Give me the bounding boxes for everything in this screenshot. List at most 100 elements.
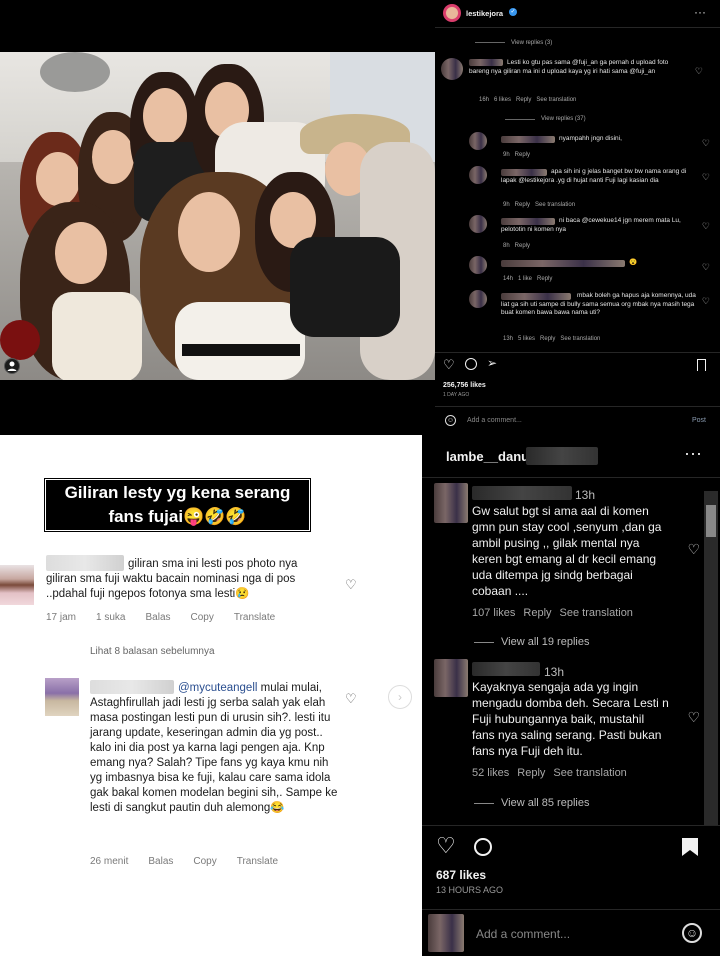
likes-count[interactable]: 687 likes <box>436 868 486 882</box>
like-heart-icon[interactable]: ♡ <box>702 138 710 149</box>
reply-button[interactable]: Reply <box>523 607 551 619</box>
reply-button[interactable]: Balas <box>148 856 173 867</box>
like-heart-icon[interactable]: ♡ <box>695 66 703 77</box>
prev-replies-link[interactable]: Lihat 8 balasan sebelumnya <box>90 646 215 657</box>
comment: 13h Kayaknya sengaja ada yg ingin mengad… <box>422 659 714 819</box>
reply-meta[interactable]: 8h Reply <box>503 243 530 249</box>
reply: ni baca @cewekue14 jgn merem mata Lu, pe… <box>469 215 714 251</box>
next-arrow-icon[interactable]: › <box>388 685 412 709</box>
like-heart-icon[interactable]: ♡ <box>436 833 456 859</box>
avatar[interactable] <box>428 914 464 952</box>
comment-text: Kayaknya sengaja ada yg ingin mengadu do… <box>472 680 669 758</box>
reply-meta[interactable]: 9h Reply <box>503 152 530 158</box>
like-count[interactable]: 1 suka <box>96 612 125 623</box>
avatar[interactable] <box>469 166 487 184</box>
like-heart-icon[interactable]: ♡ <box>687 541 700 558</box>
comment-icon[interactable] <box>474 838 492 856</box>
username[interactable]: lestikejora <box>466 9 503 18</box>
avatar[interactable] <box>469 256 487 274</box>
copy-button[interactable]: Copy <box>193 856 216 867</box>
copy-button[interactable]: Copy <box>191 612 214 623</box>
post-photo-panel <box>0 0 435 435</box>
view-replies-link[interactable]: View all 19 replies <box>501 636 589 648</box>
emoji-icon[interactable]: ☺ <box>682 923 702 943</box>
post-time: 13 HOURS AGO <box>436 885 504 895</box>
more-dots-icon[interactable]: ··· <box>694 5 706 19</box>
post-header: lestikejora ✓ ··· <box>435 0 720 28</box>
reply-button[interactable]: Balas <box>145 612 170 623</box>
like-heart-icon[interactable]: ♡ <box>687 709 700 726</box>
caption-text: Giliran lesty yg kena serang fans fujai😜… <box>45 479 310 531</box>
like-heart-icon[interactable]: ♡ <box>443 357 455 373</box>
view-replies-link[interactable]: View replies (3) <box>511 40 552 46</box>
avatar[interactable] <box>469 215 487 233</box>
add-comment-input[interactable]: Add a comment... <box>467 417 522 424</box>
reply-meta[interactable]: 13h 5 likes Reply See translation <box>503 336 600 342</box>
add-comment-bar: ☺ Add a comment... Post <box>435 406 720 435</box>
reply-meta: 26 menit Balas Copy Translate <box>90 856 298 867</box>
like-heart-icon[interactable]: ♡ <box>702 172 710 183</box>
comment-meta[interactable]: 16h 6 likes Reply See translation <box>479 97 576 103</box>
reply: mbak boleh ga hapus aja komennya, uda li… <box>469 290 714 346</box>
like-heart-icon[interactable]: ♡ <box>345 577 357 593</box>
redacted-username <box>501 136 555 143</box>
reply-text: @mycuteangell mulai mulai, Astaghfirulla… <box>90 682 338 814</box>
like-heart-icon[interactable]: ♡ <box>702 221 710 232</box>
bookmark-icon[interactable] <box>697 359 706 371</box>
view-replies-link[interactable]: View replies (37) <box>541 116 586 122</box>
comment-time: 26 menit <box>90 856 129 867</box>
comment: 13h Gw salut bgt si ama aal di komen gmn… <box>422 483 714 663</box>
translate-button[interactable]: Translate <box>237 856 278 867</box>
action-bar: ♡ <box>422 833 720 863</box>
scrollbar[interactable] <box>704 491 718 825</box>
comment-meta: 17 jam 1 suka Balas Copy Translate <box>46 612 295 623</box>
reply-meta[interactable]: 14h 1 like Reply <box>503 276 552 282</box>
reply-text: nyampahh jngn disini, <box>559 135 622 142</box>
comment: Lesti ko gtu pas sama @fuji_an ga pernah… <box>441 56 711 106</box>
username[interactable]: lambe__danu <box>446 449 529 464</box>
avatar[interactable] <box>0 565 34 605</box>
bookmark-filled-icon[interactable] <box>682 838 698 856</box>
comment-text: giliran sma ini lesti pos photo nya gili… <box>46 558 298 600</box>
reply: @mycuteangell mulai mulai, Astaghfirulla… <box>0 675 422 867</box>
reply: 😮 14h 1 like Reply ♡ <box>469 256 714 286</box>
avatar[interactable] <box>45 678 79 716</box>
comment-time: 13h <box>544 665 565 679</box>
post-header: lambe__danu ··· <box>422 435 720 477</box>
avatar[interactable] <box>469 290 487 308</box>
translate-button[interactable]: Translate <box>234 612 275 623</box>
reply-meta[interactable]: 9h Reply See translation <box>503 202 575 208</box>
group-selfie-photo <box>0 52 435 380</box>
reply-text: apa sih ini g jelas banget bw bw nama or… <box>501 168 687 184</box>
comment: giliran sma ini lesti pos photo nya gili… <box>0 543 422 623</box>
comment-time: 13h <box>575 488 596 502</box>
like-count[interactable]: 52 likes <box>472 767 509 779</box>
share-icon[interactable]: ➢ <box>487 356 497 370</box>
reply-text: ni baca @cewekue14 jgn merem mata Lu, pe… <box>501 217 681 233</box>
avatar[interactable] <box>441 58 463 80</box>
like-heart-icon[interactable]: ♡ <box>345 691 357 707</box>
avatar[interactable] <box>434 483 468 523</box>
translate-button[interactable]: See translation <box>560 607 633 619</box>
likes-count[interactable]: 256,756 likes <box>443 382 486 389</box>
like-heart-icon[interactable]: ♡ <box>702 296 710 307</box>
emoji-icon[interactable]: ☺ <box>445 415 456 426</box>
redacted-area <box>526 447 598 465</box>
like-count[interactable]: 107 likes <box>472 607 515 619</box>
fb-comments-panel: Giliran lesty yg kena serang fans fujai😜… <box>0 435 422 956</box>
post-button[interactable]: Post <box>692 417 706 424</box>
add-comment-bar: Add a comment... ☺ <box>422 910 720 956</box>
like-heart-icon[interactable]: ♡ <box>702 262 710 273</box>
comment-icon[interactable] <box>465 358 477 370</box>
comment-meta: 107 likes Reply See translation <box>472 607 641 619</box>
avatar[interactable] <box>469 132 487 150</box>
avatar[interactable] <box>434 659 468 697</box>
person-tag-icon[interactable] <box>4 358 20 374</box>
reply-button[interactable]: Reply <box>517 767 545 779</box>
translate-button[interactable]: See translation <box>553 767 626 779</box>
mention-link[interactable]: @mycuteangell <box>178 682 257 694</box>
view-replies-link[interactable]: View all 85 replies <box>501 797 589 809</box>
add-comment-input[interactable]: Add a comment... <box>476 927 570 941</box>
more-dots-icon[interactable]: ··· <box>684 443 702 464</box>
avatar[interactable] <box>443 4 461 22</box>
